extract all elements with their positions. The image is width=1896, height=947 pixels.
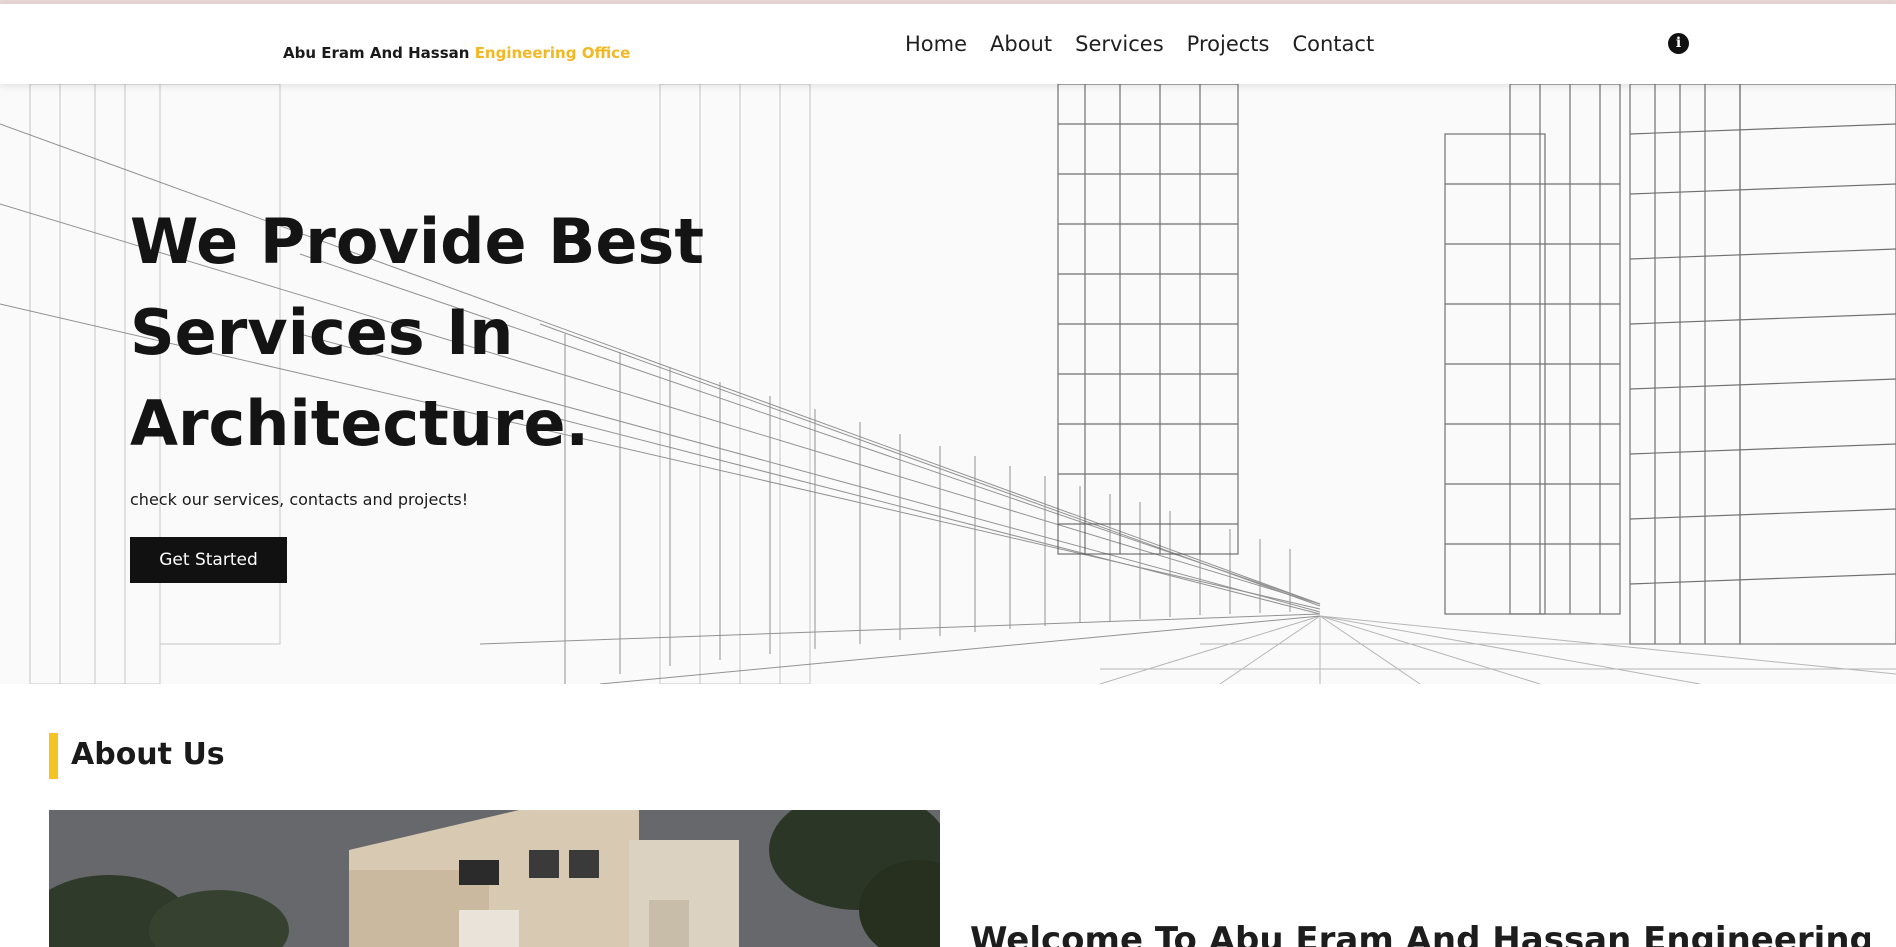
navbar: Abu Eram And Hassan Engineering Office H… — [0, 4, 1896, 84]
brand-accent: Engineering Office — [474, 44, 631, 62]
hero-title: We Provide Best Services In Architecture… — [130, 205, 704, 460]
hero-section: We Provide Best Services In Architecture… — [0, 84, 1896, 684]
nav-services[interactable]: Services — [1075, 32, 1164, 56]
brand-main: Abu Eram And Hassan — [283, 44, 470, 62]
about-building-image — [49, 810, 940, 947]
nav-projects[interactable]: Projects — [1187, 32, 1270, 56]
info-circle-icon[interactable]: i — [1668, 33, 1689, 54]
nav-home[interactable]: Home — [905, 32, 967, 56]
main-nav: Home About Services Projects Contact — [905, 32, 1374, 56]
about-welcome-heading: Welcome To Abu Eram And Hassan Engineeri… — [970, 920, 1870, 947]
nav-about[interactable]: About — [990, 32, 1052, 56]
nav-contact[interactable]: Contact — [1292, 32, 1374, 56]
section-accent-bar — [49, 733, 58, 779]
get-started-button[interactable]: Get Started — [130, 537, 287, 583]
brand-logo[interactable]: Abu Eram And Hassan Engineering Office — [283, 44, 630, 62]
about-section-title: About Us — [71, 737, 225, 772]
hero-subtitle: check our services, contacts and project… — [130, 490, 469, 509]
